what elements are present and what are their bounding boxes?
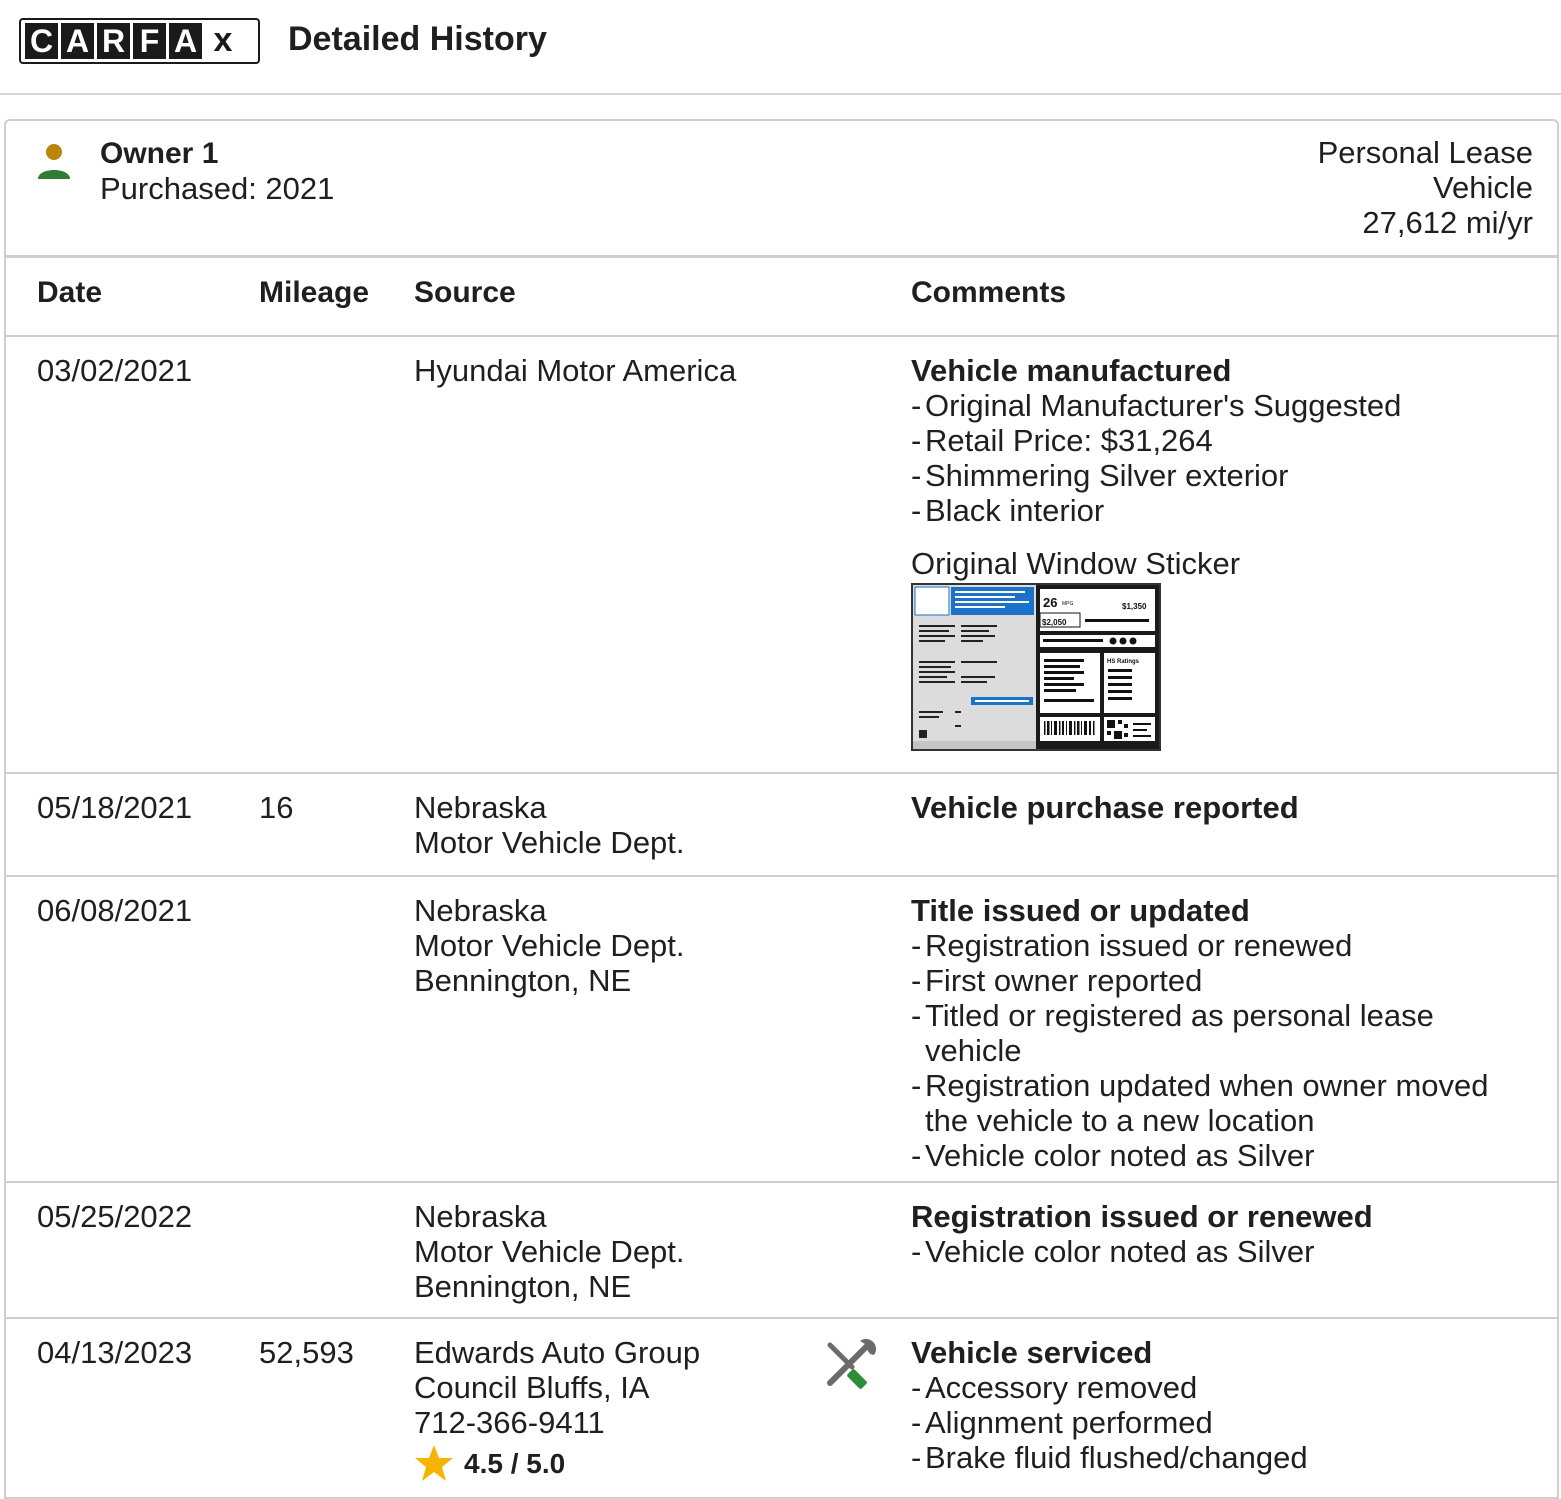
comment-heading: Title issued or updated <box>911 893 1250 928</box>
row-comments: Registration issued or renewed Vehicle c… <box>911 1199 1511 1269</box>
rating-value: 4.5 / 5.0 <box>464 1447 566 1479</box>
comment-item: Shimmering Silver exterior <box>911 458 1511 493</box>
owner-type-line2: Vehicle <box>1433 170 1533 205</box>
table-row: 03/02/2021 Hyundai Motor America Vehicle… <box>6 337 1557 774</box>
comment-item: Retail Price: $31,264 <box>911 423 1511 458</box>
window-sticker-thumbnail[interactable]: 26 MPG $1,350 $2,050 HS Ratings <box>911 583 1161 751</box>
owner-type: Personal Lease Vehicle 27,612 mi/yr <box>1318 135 1533 240</box>
owner-purchased: Purchased: 2021 <box>100 171 335 206</box>
comment-item: Titled or registered as personal lease v… <box>911 998 1511 1068</box>
wrench-screwdriver-icon <box>827 1339 876 1389</box>
row-date: 04/13/2023 <box>37 1335 193 1370</box>
comment-heading: Registration issued or renewed <box>911 1199 1373 1234</box>
source-line: Bennington, NE <box>414 1269 632 1304</box>
comment-heading: Vehicle manufactured <box>911 353 1232 388</box>
comment-item: Black interior <box>911 493 1511 528</box>
row-source: Nebraska Motor Vehicle Dept. Bennington,… <box>414 1199 685 1304</box>
page-title: Detailed History <box>288 20 547 58</box>
carfax-logo[interactable]: C A R F A x <box>19 18 260 64</box>
logo-letter: C <box>25 23 58 59</box>
comment-item: Vehicle color noted as Silver <box>911 1138 1511 1173</box>
svg-text:$2,050: $2,050 <box>1042 618 1067 627</box>
comment-list: Original Manufacturer's Suggested Retail… <box>911 388 1511 528</box>
row-comments: Vehicle serviced Accessory removed Align… <box>911 1335 1511 1475</box>
table-row: 05/18/2021 16 Nebraska Motor Vehicle Dep… <box>6 774 1557 877</box>
owner-title: Owner 1 <box>100 137 219 170</box>
comment-item: Brake fluid flushed/changed <box>911 1440 1511 1475</box>
row-date: 06/08/2021 <box>37 893 193 928</box>
source-line: Nebraska <box>414 893 547 928</box>
column-header-date: Date <box>37 276 103 309</box>
comment-item: Original Manufacturer's Suggested <box>911 388 1511 423</box>
table-header: Date Mileage Source Comments <box>6 258 1557 337</box>
logo-letter: F <box>133 23 166 59</box>
row-date: 03/02/2021 <box>37 353 193 388</box>
column-header-source: Source <box>414 276 516 309</box>
row-comments: Vehicle purchase reported <box>911 790 1511 825</box>
row-mileage: 52,593 <box>259 1335 354 1370</box>
source-line: Motor Vehicle Dept. <box>414 825 685 860</box>
window-sticker-link[interactable]: Original Window Sticker <box>911 546 1511 581</box>
owner-type-line1: Personal Lease <box>1317 135 1533 170</box>
row-comments: Vehicle manufactured Original Manufactur… <box>911 353 1511 751</box>
column-header-mileage: Mileage <box>259 276 370 309</box>
table-row: 06/08/2021 Nebraska Motor Vehicle Dept. … <box>6 877 1557 1183</box>
svg-text:MPG: MPG <box>1062 601 1074 607</box>
logo-letter: A <box>169 23 202 59</box>
comment-heading: Vehicle purchase reported <box>911 790 1299 825</box>
row-source: Nebraska Motor Vehicle Dept. <box>414 790 685 860</box>
row-mileage: 16 <box>259 790 294 825</box>
comment-list: Registration issued or renewed First own… <box>911 928 1511 1173</box>
source-line[interactable]: 712-366-9411 <box>414 1405 700 1440</box>
source-line: Nebraska <box>414 790 547 825</box>
table-row: 05/25/2022 Nebraska Motor Vehicle Dept. … <box>6 1183 1557 1319</box>
comment-heading: Vehicle serviced <box>911 1335 1153 1370</box>
comment-list: Vehicle color noted as Silver <box>911 1234 1511 1269</box>
logo-letter: R <box>97 23 130 59</box>
source-line: Council Bluffs, IA <box>414 1370 650 1405</box>
history-card: Owner 1 Purchased: 2021 Personal Lease V… <box>4 119 1559 1499</box>
comment-list: Accessory removed Alignment performed Br… <box>911 1370 1511 1475</box>
owner-mileage-rate: 27,612 mi/yr <box>1362 205 1533 240</box>
comment-item: Registration issued or renewed <box>911 928 1511 963</box>
comment-item: Vehicle color noted as Silver <box>911 1234 1511 1269</box>
source-line: Motor Vehicle Dept. <box>414 1234 685 1269</box>
star-icon <box>415 1445 453 1481</box>
row-date: 05/18/2021 <box>37 790 193 825</box>
window-sticker-image: 26 MPG $1,350 $2,050 HS Ratings <box>913 585 1159 749</box>
comment-item: First owner reported <box>911 963 1511 998</box>
source-line[interactable]: Edwards Auto Group <box>414 1335 700 1370</box>
row-source: Nebraska Motor Vehicle Dept. Bennington,… <box>414 893 685 998</box>
source-line: Motor Vehicle Dept. <box>414 928 685 963</box>
column-header-comments: Comments <box>911 276 1067 309</box>
row-source: Edwards Auto Group Council Bluffs, IA 71… <box>414 1335 700 1482</box>
comment-item: Alignment performed <box>911 1405 1511 1440</box>
page-header: C A R F A x Detailed History <box>0 0 1561 95</box>
table-row: 04/13/2023 52,593 Edwards Auto Group Cou… <box>6 1319 1557 1497</box>
row-date: 05/25/2022 <box>37 1199 193 1234</box>
person-icon <box>38 144 70 179</box>
row-source: Hyundai Motor America <box>414 353 736 388</box>
source-line: Bennington, NE <box>414 963 632 998</box>
source-line: Nebraska <box>414 1199 547 1234</box>
comment-item: Registration updated when owner moved th… <box>911 1068 1511 1138</box>
svg-text:HS Ratings: HS Ratings <box>1107 659 1140 665</box>
row-comments: Title issued or updated Registration iss… <box>911 893 1511 1173</box>
svg-text:$1,350: $1,350 <box>1122 602 1147 611</box>
comment-item: Accessory removed <box>911 1370 1511 1405</box>
owner-summary: Owner 1 Purchased: 2021 Personal Lease V… <box>6 121 1557 258</box>
logo-letter: A <box>61 23 94 59</box>
source-line: Hyundai Motor America <box>414 353 737 388</box>
svg-text:26: 26 <box>1043 595 1057 610</box>
dealer-rating[interactable]: 4.5 / 5.0 <box>414 1444 700 1482</box>
logo-letter: x <box>213 21 233 59</box>
